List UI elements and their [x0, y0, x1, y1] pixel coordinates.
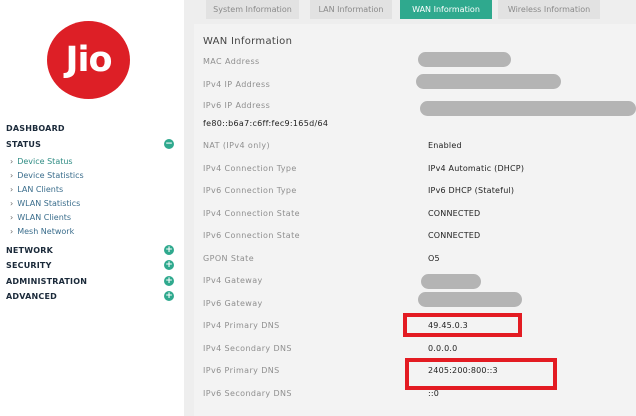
label-ipv6-connection-type: IPv6 Connection Type	[203, 186, 297, 195]
jio-logo[interactable]: Jio	[47, 21, 130, 99]
chevron-right-icon: ›	[10, 227, 14, 236]
value-ipv4-connection-state: CONNECTED	[428, 209, 481, 218]
label-ipv4-address: IPv4 IP Address	[203, 80, 271, 89]
sidebar-item-label: Device Statistics	[17, 171, 84, 180]
nav-administration[interactable]: ADMINISTRATION	[6, 277, 87, 286]
chevron-right-icon: ›	[10, 185, 14, 194]
label-ipv6-secondary-dns: IPv6 Secondary DNS	[203, 389, 292, 398]
tab-bar: System Information LAN Information WAN I…	[184, 0, 636, 20]
sidebar-item-mesh-network[interactable]: › Mesh Network	[10, 227, 74, 236]
redacted-ipv6-value	[420, 101, 636, 116]
label-ipv6-gateway: IPv6 Gateway	[203, 299, 263, 308]
sidebar-item-label: WLAN Statistics	[17, 199, 81, 208]
expand-advanced-icon[interactable]: +	[164, 291, 174, 301]
logo-text: Jio	[65, 40, 112, 80]
value-gpon-state: O5	[428, 254, 440, 263]
value-ipv6-connection-type: IPv6 DHCP (Stateful)	[428, 186, 515, 195]
label-ipv4-primary-dns: IPv4 Primary DNS	[203, 321, 280, 330]
redacted-ipv4-gateway	[421, 274, 481, 289]
tab-wan-information[interactable]: WAN Information	[400, 0, 492, 19]
label-ipv4-connection-type: IPv4 Connection Type	[203, 164, 297, 173]
label-ipv4-secondary-dns: IPv4 Secondary DNS	[203, 344, 292, 353]
sidebar: Jio DASHBOARD STATUS − › Device Status › D…	[0, 0, 184, 416]
nav-status[interactable]: STATUS	[6, 140, 41, 149]
chevron-right-icon: ›	[10, 157, 14, 166]
label-ipv6-connection-state: IPv6 Connection State	[203, 231, 300, 240]
redacted-ipv6-gateway	[418, 292, 522, 307]
ipv6-link-local-value: fe80::b6a7:c6ff:fec9:165d/64	[203, 119, 329, 128]
sidebar-item-lan-clients[interactable]: › LAN Clients	[10, 185, 63, 194]
redacted-mac-value	[418, 52, 511, 67]
tab-wireless-information[interactable]: Wireless Information	[498, 0, 600, 19]
sidebar-item-label: Device Status	[17, 157, 73, 166]
value-ipv6-connection-state: CONNECTED	[428, 231, 481, 240]
tab-lan-information[interactable]: LAN Information	[310, 0, 392, 19]
chevron-right-icon: ›	[10, 199, 14, 208]
value-ipv4-secondary-dns: 0.0.0.0	[428, 344, 458, 353]
page-title: WAN Information	[203, 36, 293, 47]
chevron-right-icon: ›	[10, 171, 14, 180]
sidebar-item-label: WLAN Clients	[17, 213, 72, 222]
nav-security[interactable]: SECURITY	[6, 261, 52, 270]
sidebar-item-label: Mesh Network	[17, 227, 75, 236]
highlight-box-ipv4-dns	[403, 313, 522, 337]
value-nat: Enabled	[428, 141, 462, 150]
expand-network-icon[interactable]: +	[164, 245, 174, 255]
redacted-ipv4-value	[416, 74, 561, 89]
expand-administration-icon[interactable]: +	[164, 276, 174, 286]
expand-security-icon[interactable]: +	[164, 260, 174, 270]
label-ipv6-primary-dns: IPv6 Primary DNS	[203, 366, 280, 375]
collapse-status-icon[interactable]: −	[164, 139, 174, 149]
label-nat: NAT (IPv4 only)	[203, 141, 270, 150]
sidebar-item-wlan-statistics[interactable]: › WLAN Statistics	[10, 199, 80, 208]
nav-dashboard[interactable]: DASHBOARD	[6, 124, 65, 133]
label-mac-address: MAC Address	[203, 57, 260, 66]
tab-system-information[interactable]: System Information	[206, 0, 299, 19]
sidebar-item-device-status[interactable]: › Device Status	[10, 157, 73, 166]
sidebar-item-label: LAN Clients	[17, 185, 64, 194]
label-ipv6-address: IPv6 IP Address	[203, 101, 271, 110]
nav-advanced[interactable]: ADVANCED	[6, 292, 57, 301]
label-ipv4-gateway: IPv4 Gateway	[203, 276, 263, 285]
value-ipv6-secondary-dns: ::0	[428, 389, 440, 398]
sidebar-item-wlan-clients[interactable]: › WLAN Clients	[10, 213, 71, 222]
highlight-box-ipv6-dns	[405, 358, 557, 390]
chevron-right-icon: ›	[10, 213, 14, 222]
label-gpon-state: GPON State	[203, 254, 255, 263]
sidebar-item-device-statistics[interactable]: › Device Statistics	[10, 171, 84, 180]
label-ipv4-connection-state: IPv4 Connection State	[203, 209, 300, 218]
nav-network[interactable]: NETWORK	[6, 246, 53, 255]
value-ipv4-connection-type: IPv4 Automatic (DHCP)	[428, 164, 525, 173]
